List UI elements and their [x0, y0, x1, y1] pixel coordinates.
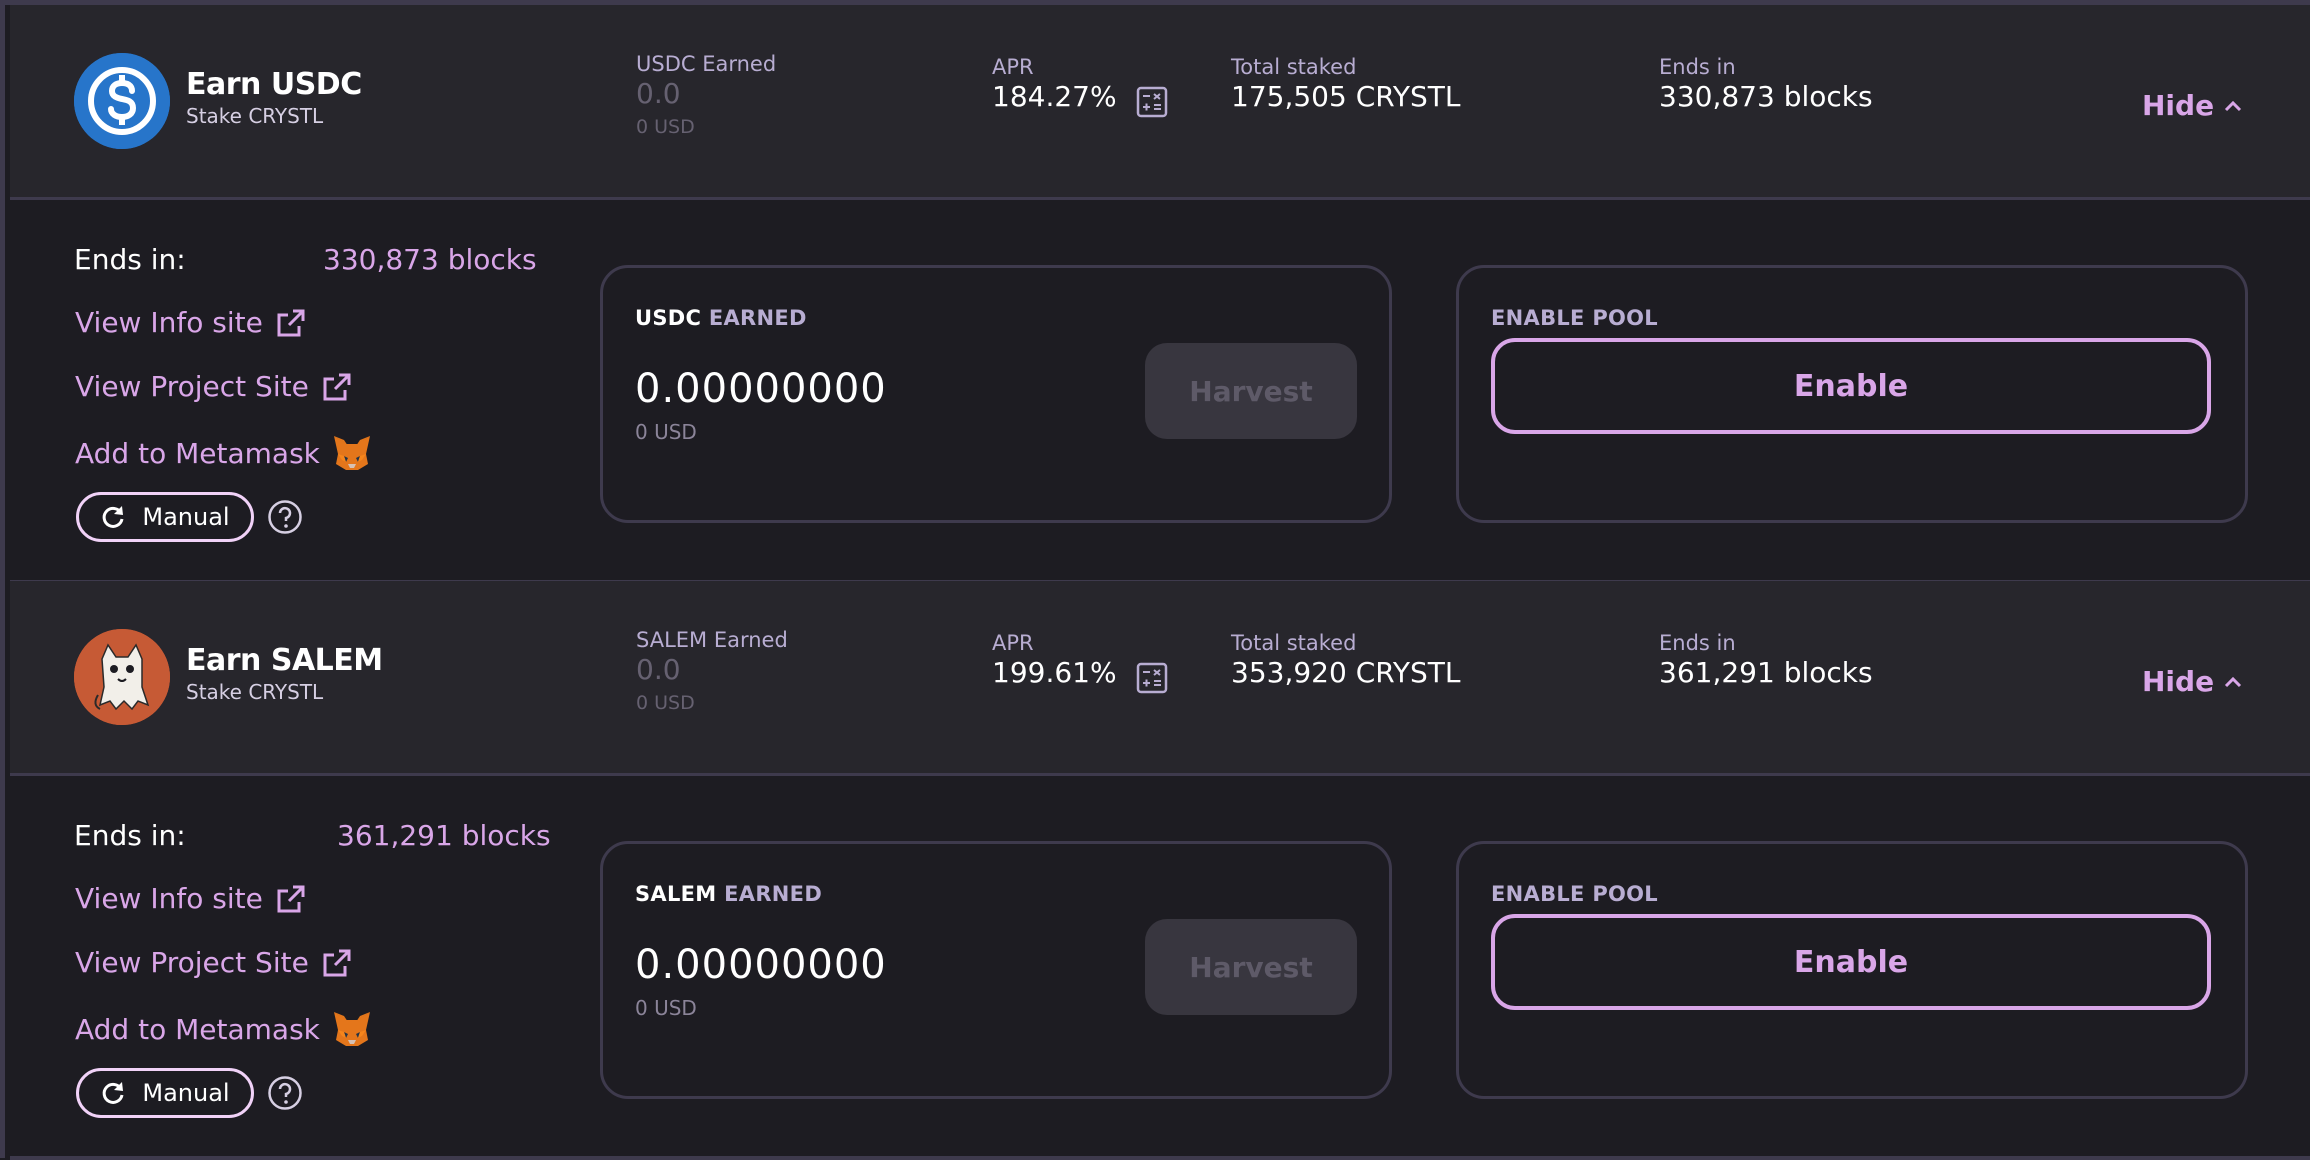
view-info-link[interactable]: View Info site — [75, 882, 307, 915]
chevron-up-icon — [2225, 676, 2242, 687]
earned-amount-usd: 0 USD — [635, 996, 697, 1020]
earned-suffix: EARNED — [708, 306, 807, 330]
pool-header[interactable]: Earn SALEM Stake CRYSTL SALEM Earned 0.0… — [10, 581, 2310, 776]
external-link-icon — [277, 885, 305, 912]
pool-title: Earn USDC — [186, 67, 362, 102]
ends-in-value: 361,291 blocks — [1659, 656, 1873, 689]
earned-label: SALEM Earned — [636, 628, 788, 652]
calculator-icon[interactable] — [1136, 86, 1168, 118]
hide-label: Hide — [2142, 89, 2215, 122]
hide-button[interactable]: Hide — [2142, 665, 2242, 698]
pool-title: Earn SALEM — [186, 643, 383, 678]
view-project-label: View Project Site — [75, 370, 309, 403]
earned-amount-usd: 0 USD — [635, 420, 697, 444]
view-info-link[interactable]: View Info site — [75, 306, 307, 339]
total-staked-label: Total staked — [1231, 631, 1357, 655]
ends-in-label: Ends in — [1659, 55, 1736, 79]
pool-card-usdc: Earn USDC Stake CRYSTL USDC Earned 0.0 0… — [10, 5, 2310, 584]
earned-suffix: EARNED — [724, 882, 823, 906]
earned-stat: SALEM Earned 0.0 0 USD — [636, 628, 788, 714]
earned-card: SALEM EARNED 0.00000000 0 USD Harvest — [600, 841, 1392, 1099]
earned-card: USDC EARNED 0.00000000 0 USD Harvest — [600, 265, 1392, 523]
pool-subtitle: Stake CRYSTL — [186, 680, 324, 704]
ends-in-value: 330,873 blocks — [1659, 80, 1873, 113]
enable-pool-label: ENABLE POOL — [1491, 882, 1658, 906]
view-info-label: View Info site — [75, 306, 263, 339]
manual-compound-button[interactable]: Manual — [76, 1068, 254, 1118]
earned-token: SALEM — [635, 882, 717, 906]
pool-details: Ends in: 361,291 blocks View Info site V… — [10, 776, 2310, 1160]
details-ends-label: Ends in: — [74, 819, 186, 852]
metamask-fox-icon — [333, 436, 370, 470]
usdc-icon — [74, 53, 170, 149]
earned-label: USDC Earned — [636, 52, 777, 76]
earned-stat: USDC Earned 0.0 0 USD — [636, 52, 776, 138]
add-to-metamask-link[interactable]: Add to Metamask — [75, 1010, 372, 1048]
refresh-icon — [103, 1082, 124, 1104]
chevron-up-icon — [2225, 100, 2242, 111]
apr-stat: APR 199.61% — [992, 631, 1117, 689]
refresh-icon — [103, 506, 124, 528]
total-staked-stat: Total staked 175,505 CRYSTL — [1231, 55, 1460, 113]
apr-value: 184.27% — [992, 80, 1117, 113]
earned-card-label: USDC EARNED — [635, 306, 807, 330]
view-project-link[interactable]: View Project Site — [75, 370, 353, 403]
enable-pool-card: ENABLE POOL Enable — [1456, 841, 2248, 1099]
external-link-icon — [323, 949, 351, 976]
pool-header[interactable]: Earn USDC Stake CRYSTL USDC Earned 0.0 0… — [10, 5, 2310, 200]
pool-details: Ends in: 330,873 blocks View Info site V… — [10, 200, 2310, 584]
enable-button[interactable]: Enable — [1491, 914, 2211, 1010]
earned-amount: 0.00000000 — [635, 366, 887, 412]
add-to-metamask-label: Add to Metamask — [75, 1012, 320, 1046]
calculator-icon[interactable] — [1136, 662, 1168, 694]
total-staked-value: 175,505 CRYSTL — [1231, 80, 1461, 113]
apr-value: 199.61% — [992, 656, 1117, 689]
pool-list: Earn USDC Stake CRYSTL USDC Earned 0.0 0… — [0, 0, 2310, 1160]
add-to-metamask-link[interactable]: Add to Metamask — [75, 434, 372, 472]
salem-cat-icon — [74, 629, 170, 725]
hide-label: Hide — [2142, 665, 2215, 698]
view-project-label: View Project Site — [75, 946, 309, 979]
external-link-icon — [323, 373, 351, 400]
details-ends-label: Ends in: — [74, 243, 186, 276]
manual-label: Manual — [142, 1079, 230, 1107]
manual-compound-button[interactable]: Manual — [76, 492, 254, 542]
apr-stat: APR 184.27% — [992, 55, 1117, 113]
help-icon[interactable] — [267, 499, 303, 535]
add-to-metamask-label: Add to Metamask — [75, 436, 320, 470]
view-project-link[interactable]: View Project Site — [75, 946, 353, 979]
ends-in-label: Ends in — [1659, 631, 1736, 655]
earned-amount: 0.00000000 — [635, 942, 887, 988]
apr-label: APR — [992, 55, 1034, 79]
ends-in-stat: Ends in 330,873 blocks — [1659, 55, 1873, 113]
details-ends-value: 330,873 blocks — [323, 243, 537, 276]
view-info-label: View Info site — [75, 882, 263, 915]
earned-card-label: SALEM EARNED — [635, 882, 822, 906]
earned-token: USDC — [635, 306, 702, 330]
harvest-button[interactable]: Harvest — [1145, 919, 1357, 1015]
metamask-fox-icon — [333, 1012, 370, 1046]
pool-card-salem: Earn SALEM Stake CRYSTL SALEM Earned 0.0… — [10, 581, 2310, 1160]
enable-pool-card: ENABLE POOL Enable — [1456, 265, 2248, 523]
total-staked-stat: Total staked 353,920 CRYSTL — [1231, 631, 1460, 689]
earned-usd: 0 USD — [636, 116, 695, 138]
earned-value: 0.0 — [636, 653, 681, 686]
pool-subtitle: Stake CRYSTL — [186, 104, 324, 128]
earned-usd: 0 USD — [636, 692, 695, 714]
ends-in-stat: Ends in 361,291 blocks — [1659, 631, 1873, 689]
hide-button[interactable]: Hide — [2142, 89, 2242, 122]
enable-pool-label: ENABLE POOL — [1491, 306, 1658, 330]
details-ends-value: 361,291 blocks — [337, 819, 551, 852]
help-icon[interactable] — [267, 1075, 303, 1111]
harvest-button[interactable]: Harvest — [1145, 343, 1357, 439]
earned-value: 0.0 — [636, 77, 681, 110]
total-staked-value: 353,920 CRYSTL — [1231, 656, 1461, 689]
manual-label: Manual — [142, 503, 230, 531]
external-link-icon — [277, 309, 305, 336]
total-staked-label: Total staked — [1231, 55, 1357, 79]
apr-label: APR — [992, 631, 1034, 655]
enable-button[interactable]: Enable — [1491, 338, 2211, 434]
